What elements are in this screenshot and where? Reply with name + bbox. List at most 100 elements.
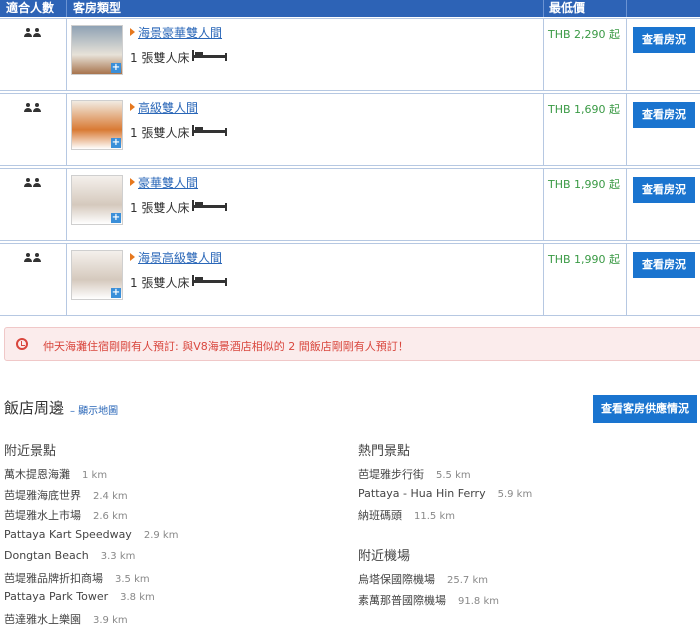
bed-type: 1 張雙人床: [130, 276, 190, 290]
poi-name: 烏塔保國際機場: [358, 573, 435, 586]
poi-item: 芭堤雅海底世界 2.4 km: [4, 487, 128, 503]
orange-arrow-icon: [130, 253, 135, 261]
poi-distance: 1 km: [82, 470, 108, 481]
view-room-button[interactable]: 查看房況: [633, 27, 695, 53]
room-thumbnail[interactable]: +: [71, 25, 123, 75]
column-divider: [543, 168, 544, 240]
room-thumbnail[interactable]: +: [71, 250, 123, 300]
bed-type: 1 張雙人床: [130, 126, 190, 140]
room-name-link[interactable]: 高級雙人間: [138, 99, 198, 116]
poi-item: 芭堤雅步行街 5.5 km: [358, 466, 471, 482]
popular-attractions-heading: 熱門景點: [358, 444, 411, 459]
column-divider: [66, 168, 67, 240]
header-divider: [66, 0, 67, 17]
poi-distance: 91.8 km: [458, 595, 499, 607]
poi-distance: 2.6 km: [93, 511, 128, 523]
two-person-icon: [24, 28, 41, 37]
poi-name: 芭堤雅品牌折扣商場: [4, 571, 103, 585]
poi-name: 芭達雅水上樂園: [4, 612, 81, 625]
room-name-link[interactable]: 海景豪華雙人間: [138, 24, 222, 41]
poi-item: Dongtan Beach 3.3 km: [4, 549, 135, 562]
poi-name: Dongtan Beach: [4, 548, 89, 562]
enlarge-icon[interactable]: +: [111, 288, 121, 298]
bed-type: 1 張雙人床: [130, 201, 190, 215]
view-room-button[interactable]: 查看房況: [633, 252, 695, 278]
poi-item: Pattaya Park Tower 3.8 km: [4, 590, 155, 603]
header-room-type: 客房類型: [73, 1, 122, 15]
column-divider: [626, 243, 627, 315]
enlarge-icon[interactable]: +: [111, 213, 121, 223]
poi-name: Pattaya - Hua Hin Ferry: [358, 486, 486, 500]
poi-name: Pattaya Kart Speedway: [4, 528, 132, 542]
poi-distance: 11.5 km: [414, 511, 455, 523]
row-divider: [0, 18, 700, 19]
row-divider: [0, 240, 700, 241]
column-divider: [543, 243, 544, 315]
poi-name: 芭堤雅海底世界: [4, 488, 81, 502]
poi-item: 芭堤雅品牌折扣商場 3.5 km: [4, 570, 150, 586]
poi-item: 納班碼頭 11.5 km: [358, 507, 455, 523]
poi-name: 芭堤雅步行街: [358, 468, 424, 481]
poi-distance: 5.5 km: [436, 470, 471, 481]
orange-arrow-icon: [130, 103, 135, 111]
enlarge-icon[interactable]: +: [111, 63, 121, 73]
room-name-link[interactable]: 海景高級雙人間: [138, 249, 222, 266]
nearby-airports-heading: 附近機場: [358, 549, 411, 564]
row-divider: [0, 168, 700, 169]
poi-distance: 3.3 km: [100, 550, 136, 562]
enlarge-icon[interactable]: +: [111, 138, 121, 148]
two-person-icon: [24, 253, 41, 262]
room-price: THB 1,990 起: [548, 253, 621, 266]
header-divider: [626, 0, 627, 17]
header-lowest-price: 最低價: [549, 1, 586, 15]
check-availability-button[interactable]: 查看客房供應情況: [593, 395, 697, 423]
room-name-link[interactable]: 豪華雙人間: [138, 174, 198, 191]
poi-item: 芭堤雅水上市場 2.6 km: [4, 507, 128, 523]
poi-name: 納班碼頭: [358, 509, 402, 523]
room-thumbnail[interactable]: +: [71, 175, 123, 225]
poi-distance: 25.7 km: [447, 575, 488, 586]
poi-distance: 2.9 km: [143, 530, 179, 542]
column-divider: [543, 93, 544, 165]
bed-type: 1 張雙人床: [130, 51, 190, 65]
poi-name: 芭堤雅水上市場: [4, 509, 81, 523]
poi-distance: 3.5 km: [115, 573, 150, 585]
poi-name: Pattaya Park Tower: [4, 590, 109, 604]
row-divider: [0, 93, 700, 94]
two-person-icon: [24, 103, 41, 112]
row-divider: [0, 315, 700, 316]
row-divider: [0, 90, 700, 91]
view-room-button[interactable]: 查看房況: [633, 102, 695, 128]
double-bed-icon: [192, 275, 227, 286]
poi-name: 素萬那普國際機場: [358, 593, 446, 607]
row-divider: [0, 165, 700, 166]
poi-name: 萬木提恩海灘: [4, 468, 70, 481]
alert-text: 仲天海灘住宿剛剛有人預訂: 與V8海景酒店相似的 2 間飯店剛剛有人預訂！: [43, 340, 409, 353]
double-bed-icon: [192, 200, 227, 211]
header-divider: [543, 0, 544, 17]
nearby-attractions-heading: 附近景點: [4, 444, 57, 459]
poi-distance: 3.9 km: [93, 614, 128, 625]
two-person-icon: [24, 178, 41, 187]
show-map-link[interactable]: – 顯示地圖: [70, 402, 118, 417]
poi-item: Pattaya Kart Speedway 2.9 km: [4, 528, 178, 541]
section-title: 飯店周邊: [4, 399, 65, 417]
column-divider: [626, 168, 627, 240]
orange-arrow-icon: [130, 28, 135, 36]
poi-distance: 2.4 km: [93, 490, 128, 502]
column-divider: [66, 18, 67, 90]
column-divider: [626, 18, 627, 90]
poi-item: 萬木提恩海灘 1 km: [4, 466, 107, 482]
column-divider: [66, 243, 67, 315]
orange-arrow-icon: [130, 178, 135, 186]
booking-alert: 仲天海灘住宿剛剛有人預訂: 與V8海景酒店相似的 2 間飯店剛剛有人預訂！: [4, 327, 700, 361]
poi-item: Pattaya - Hua Hin Ferry 5.9 km: [358, 487, 532, 500]
column-divider: [626, 93, 627, 165]
room-price: THB 1,690 起: [548, 103, 621, 116]
poi-distance: 3.8 km: [120, 592, 155, 604]
room-price: THB 2,290 起: [548, 28, 621, 41]
room-price: THB 1,990 起: [548, 178, 621, 191]
row-divider: [0, 243, 700, 244]
room-thumbnail[interactable]: +: [71, 100, 123, 150]
view-room-button[interactable]: 查看房況: [633, 177, 695, 203]
